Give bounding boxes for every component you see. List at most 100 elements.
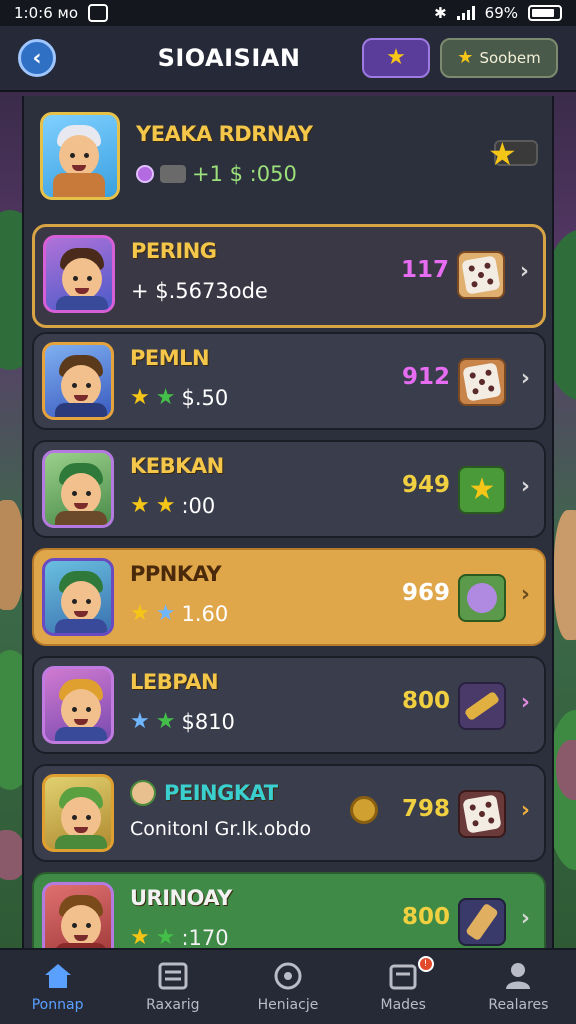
gold-nugget-icon: ★ [458, 466, 506, 514]
nav-ranking[interactable]: Raxarig [115, 950, 230, 1024]
player-count: 800 [401, 688, 450, 714]
chevron-right-icon[interactable]: › [521, 582, 530, 607]
player-name: YEAKA RDRNAY [136, 122, 313, 146]
star-icon: ★ [488, 135, 517, 173]
cart-icon [160, 165, 186, 183]
avatar-body [55, 511, 107, 525]
reward-badge: ★ [488, 138, 538, 170]
list-item[interactable]: KEBKAN ★ ★ :00 949 ★ › [32, 440, 546, 538]
signal-icon [456, 6, 475, 20]
avatar-eye [72, 707, 77, 712]
star-icon: ★ [155, 493, 176, 518]
player-score: ★ ★ :170 [130, 926, 229, 948]
player-count: 800 [401, 904, 450, 930]
list-item[interactable]: URINOAY ★ ★ :170 800 › [32, 872, 546, 948]
player-count: 798 [401, 796, 450, 822]
star-icon: ★ [155, 709, 176, 734]
page-title: SIOAISIAN [157, 44, 301, 72]
avatar-body [55, 403, 107, 417]
star-icon: ★ [468, 472, 496, 507]
player-count: 949 [401, 472, 450, 498]
bluetooth-icon: ✱ [434, 4, 447, 22]
avatar-eye [86, 923, 91, 928]
nav-profile[interactable]: Realares [461, 950, 576, 1024]
nav-modes[interactable]: ! Mades [346, 950, 461, 1024]
player-name: PERING [131, 239, 217, 263]
player-value: +1 $ :050 [192, 162, 297, 186]
player-score: + $.5673ode [131, 279, 268, 303]
character-icon-face [467, 583, 497, 613]
avatar-eye [84, 153, 89, 158]
nav-center[interactable]: Heniacje [230, 950, 345, 1024]
player-value: 1.60 [181, 602, 229, 626]
avatar [42, 450, 114, 528]
avatar-body [55, 835, 107, 849]
leaderboard-list: YEAKA RDRNAY +1 $ :050 ★ PERING + $.5673… [22, 96, 554, 948]
chevron-right-icon[interactable]: › [521, 798, 530, 823]
chevron-left-icon: ‹ [32, 45, 42, 71]
player-count: 117 [400, 257, 449, 283]
player-name: LEBPAN [130, 670, 219, 694]
nav-ranking-label: Raxarig [146, 997, 200, 1013]
status-time: 1:0:6 мо [14, 4, 78, 22]
player-score: +1 $ :050 [136, 162, 297, 186]
list-item[interactable]: PERING + $.5673ode 117 › [32, 224, 546, 328]
chevron-right-icon[interactable]: › [521, 366, 530, 391]
domino-icon [458, 898, 506, 946]
chevron-right-icon[interactable]: › [521, 906, 530, 931]
battery-percent: 69% [484, 4, 518, 22]
chevron-right-icon[interactable]: › [521, 690, 530, 715]
player-count: 969 [401, 580, 450, 606]
player-name: KEBKAN [130, 454, 224, 478]
side-character-right [554, 510, 576, 640]
dice-icon [457, 251, 505, 299]
avatar-body [55, 727, 107, 741]
star-icon: ★ [386, 45, 406, 70]
list-item[interactable]: PEINGKAT Conitonl Gr.lk.obdo 798 › [32, 764, 546, 862]
player-value: :170 [181, 926, 229, 948]
nav-home[interactable]: Ponnap [0, 950, 115, 1024]
nav-center-label: Heniacje [257, 997, 319, 1013]
star-icon: ★ [155, 385, 176, 410]
battery-icon [528, 5, 562, 21]
star-icon: ★ [130, 709, 150, 734]
player-score: ★ ★ $810 [130, 710, 235, 734]
star-icon: ★ [130, 493, 150, 518]
player-name: URINOAY [130, 886, 232, 910]
avatar [42, 666, 114, 744]
list-item[interactable]: PPNKAY ★ ★ 1.60 969 › [32, 548, 546, 646]
back-button[interactable]: ‹ [18, 39, 56, 77]
player-score: ★ ★ :00 [130, 494, 215, 518]
avatar-eye [72, 599, 77, 604]
circle-icon [272, 961, 304, 991]
profile-icon [502, 961, 534, 991]
avatar [42, 774, 114, 852]
player-value: $810 [181, 710, 235, 734]
star-icon: ★ [155, 601, 176, 626]
nav-modes-label: Mades [380, 997, 426, 1013]
avatar-body [53, 173, 105, 197]
redeem-button[interactable]: ★ Soobem [440, 38, 558, 78]
avatar-eye [87, 276, 92, 281]
coin-icon [350, 796, 378, 824]
status-bar: 1:0:6 мо ✱ 69% [0, 0, 576, 26]
list-item[interactable]: LEBPAN ★ ★ $810 800 › [32, 656, 546, 754]
avatar-eye [86, 815, 91, 820]
player-score: Conitonl Gr.lk.obdo [130, 818, 311, 840]
avatar-body [56, 296, 108, 310]
avatar-eye [86, 599, 91, 604]
list-item[interactable]: PEMLN ★ ★ $.50 912 › [32, 332, 546, 430]
gem-icon [136, 165, 154, 183]
list-icon [157, 961, 189, 991]
app-notification-icon [88, 4, 108, 22]
star-icon: ★ [457, 47, 474, 68]
list-item[interactable]: YEAKA RDRNAY +1 $ :050 ★ [32, 102, 546, 212]
avatar-eye [86, 383, 91, 388]
player-name: PEINGKAT [164, 781, 278, 805]
star-icon: ★ [130, 385, 150, 410]
chevron-right-icon[interactable]: › [521, 474, 530, 499]
favorites-button[interactable]: ★ [362, 38, 430, 78]
chevron-right-icon[interactable]: › [520, 259, 529, 284]
telescope-icon [458, 682, 506, 730]
player-score: ★ ★ 1.60 [130, 602, 228, 626]
